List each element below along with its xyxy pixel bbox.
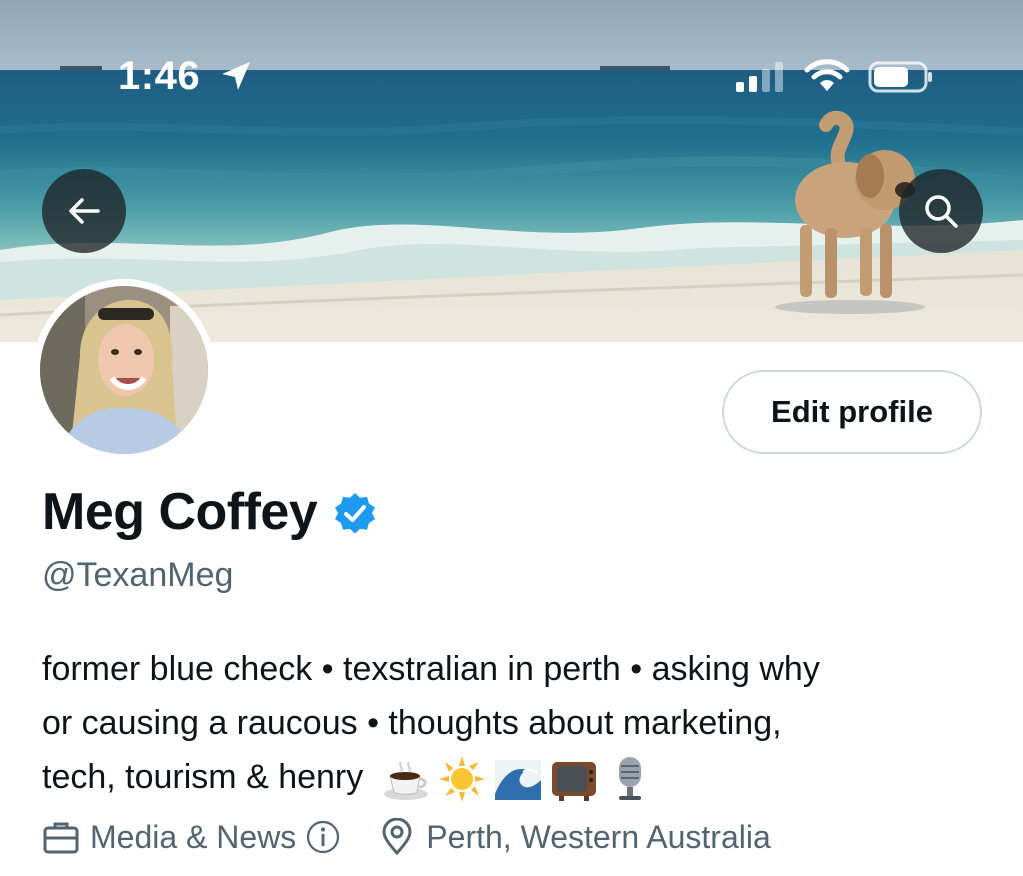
avatar-photo [40, 286, 208, 454]
profile-category: Media & News [90, 818, 297, 855]
back-button[interactable] [42, 169, 126, 253]
wifi-icon [804, 59, 850, 91]
cellular-signal-icon [736, 62, 783, 92]
bio-line: tech, tourism & henry [42, 758, 364, 796]
battery-icon [868, 61, 932, 93]
profile-bio: former blue check • texstralian in perth… [42, 642, 982, 804]
status-time: 1:46 [118, 54, 201, 98]
location-pin-icon [382, 818, 412, 856]
location-arrow-icon [222, 62, 250, 90]
sun-emoji [438, 756, 485, 803]
avatar[interactable] [33, 279, 215, 461]
bio-emojis [381, 754, 655, 804]
profile-location: Perth, Western Australia [426, 818, 771, 855]
bio-line: former blue check • texstralian in perth… [42, 650, 820, 688]
search-icon [925, 195, 958, 228]
verified-badge-icon[interactable] [333, 492, 377, 536]
briefcase-icon [43, 822, 79, 854]
profile-meta: Media & News Perth, Western Australia [42, 818, 771, 856]
search-button[interactable] [899, 169, 983, 253]
arrow-left-icon [69, 198, 100, 224]
display-name: Meg Coffey [42, 483, 318, 541]
user-handle: @TexanMeg [42, 556, 234, 594]
name-row: Meg Coffey [42, 482, 377, 542]
wave-emoji [494, 760, 541, 801]
microphone-emoji [618, 757, 641, 801]
bio-line: or causing a raucous • thoughts about ma… [42, 704, 782, 742]
edit-profile-button[interactable]: Edit profile [722, 370, 982, 454]
status-bar: 1:46 [0, 0, 1023, 140]
info-icon[interactable] [306, 820, 340, 854]
coffee-emoji [383, 761, 428, 801]
bio-line-last: tech, tourism & henry [42, 750, 982, 804]
tv-emoji [551, 762, 596, 802]
